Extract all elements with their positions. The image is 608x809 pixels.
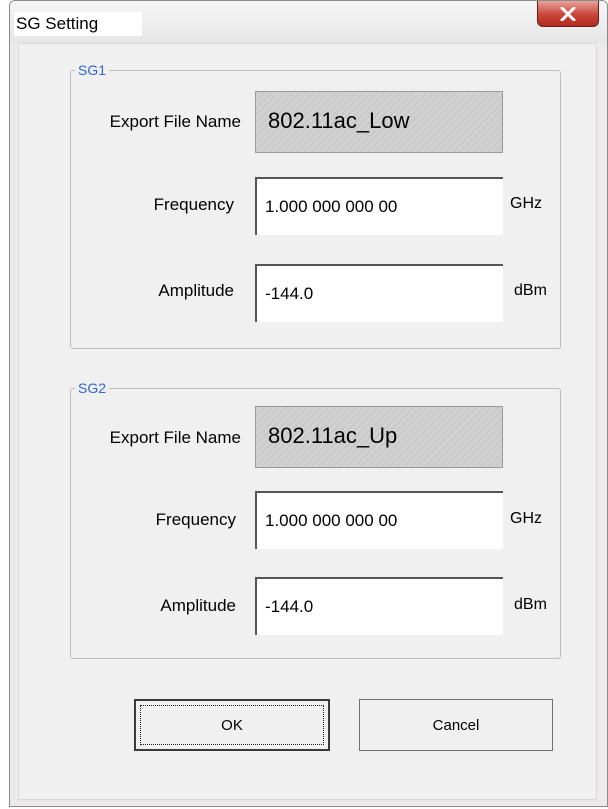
dialog-body: SG1 Export File Name 802.11ac_Low Freque… bbox=[18, 43, 597, 800]
sg1-frequency-input[interactable]: 1.000 000 000 00 bbox=[255, 177, 503, 235]
sg1-amplitude-input[interactable]: -144.0 bbox=[255, 264, 503, 322]
close-button[interactable] bbox=[537, 1, 599, 27]
sg1-export-label: Export File Name bbox=[109, 112, 241, 131]
close-icon bbox=[560, 6, 576, 21]
sg2-group: SG2 Export File Name 802.11ac_Up Frequen… bbox=[70, 380, 561, 659]
sg2-export-file-name-field: 802.11ac_Up bbox=[255, 406, 503, 468]
sg1-group: SG1 Export File Name 802.11ac_Low Freque… bbox=[70, 62, 561, 349]
cancel-button[interactable]: Cancel bbox=[359, 699, 553, 751]
sg2-legend: SG2 bbox=[75, 380, 110, 396]
sg1-amplitude-unit: dBm bbox=[514, 282, 547, 299]
sg2-frequency-input[interactable]: 1.000 000 000 00 bbox=[255, 491, 503, 549]
sg-setting-dialog: SG Setting SG1 Export File Name 802.11ac… bbox=[9, 0, 608, 807]
window-title: SG Setting bbox=[14, 12, 143, 36]
sg1-frequency-unit: GHz bbox=[510, 195, 542, 212]
ok-button-focus-rect bbox=[140, 705, 324, 745]
ok-button[interactable]: OK bbox=[134, 699, 330, 751]
title-bar[interactable]: SG Setting bbox=[10, 1, 607, 43]
sg2-frequency-label: Frequency bbox=[155, 510, 236, 529]
sg1-amplitude-label: Amplitude bbox=[158, 281, 234, 300]
sg1-legend: SG1 bbox=[75, 62, 110, 78]
sg2-export-label: Export File Name bbox=[109, 428, 241, 447]
sg2-frequency-unit: GHz bbox=[510, 510, 542, 527]
sg1-frequency-label: Frequency bbox=[153, 195, 234, 214]
sg2-amplitude-input[interactable]: -144.0 bbox=[255, 577, 503, 635]
sg1-export-file-name-field: 802.11ac_Low bbox=[255, 91, 503, 153]
cancel-button-label: Cancel bbox=[432, 716, 480, 734]
sg2-amplitude-unit: dBm bbox=[514, 596, 547, 613]
sg2-amplitude-label: Amplitude bbox=[160, 596, 236, 615]
